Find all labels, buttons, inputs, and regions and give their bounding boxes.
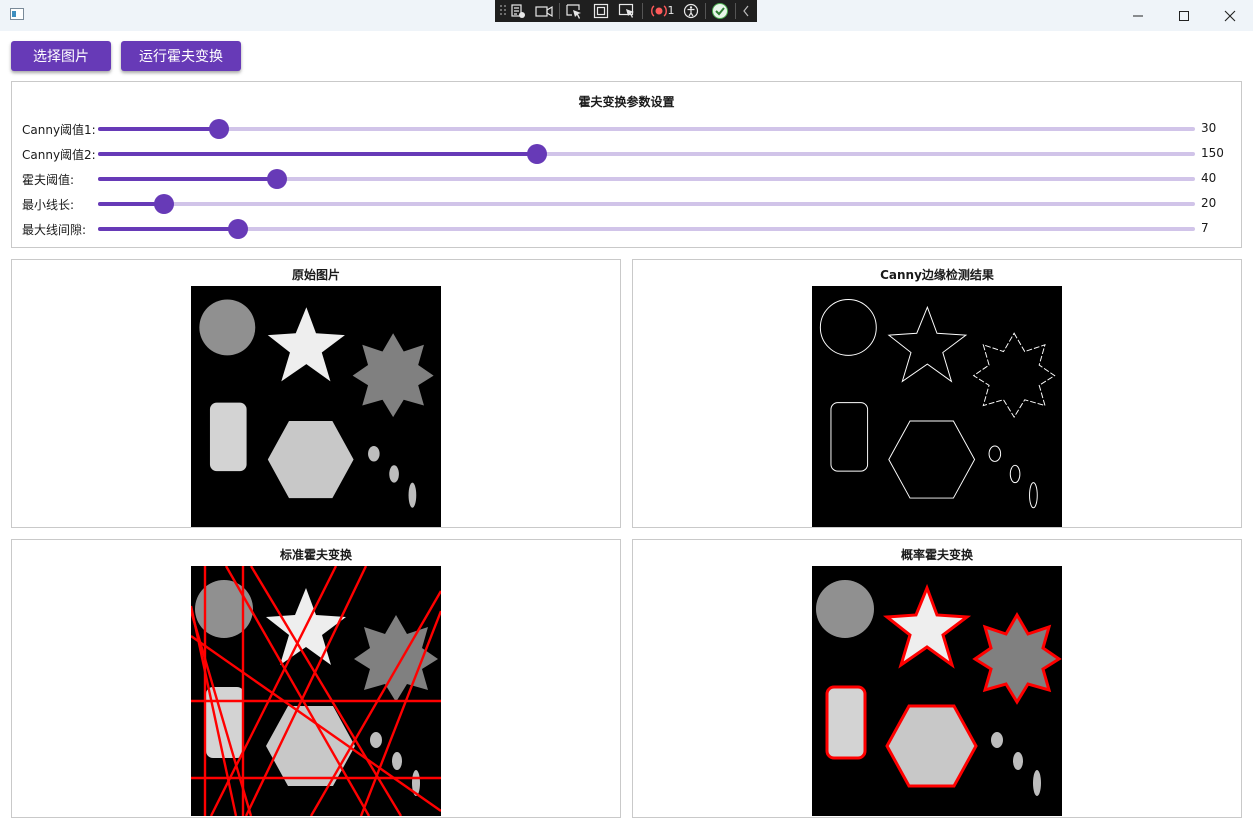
canny-edges-panel: Canny边缘检测结果	[632, 259, 1242, 528]
window-app-icon	[10, 8, 24, 20]
close-icon	[1224, 10, 1236, 21]
drag-grip-icon[interactable]	[499, 3, 507, 19]
max-line-gap-value: 7	[1201, 221, 1209, 235]
canny-edges-title: Canny边缘检测结果	[880, 268, 994, 282]
xaml-debug-toolbar: 1	[495, 0, 757, 22]
original-image	[191, 286, 441, 527]
maximize-icon	[1179, 10, 1189, 21]
standard-hough-panel: 标准霍夫变换	[11, 539, 621, 818]
binding-errors-icon[interactable]	[649, 3, 669, 19]
hough-threshold-label: 霍夫阈值:	[22, 173, 75, 187]
slider-thumb[interactable]	[266, 169, 287, 189]
select-element-icon[interactable]	[565, 3, 583, 19]
standard-hough-title: 标准霍夫变换	[279, 548, 352, 562]
live-visual-tree-icon[interactable]	[510, 3, 526, 19]
canny-edges-image	[812, 286, 1062, 527]
params-panel: 霍夫变换参数设置 Canny阈值1: 30 Canny阈值2: 150 霍夫阈值…	[11, 81, 1242, 248]
original-image-title: 原始图片	[291, 268, 340, 282]
title-bar: 1	[0, 0, 1253, 31]
minimize-button[interactable]	[1115, 0, 1161, 31]
canny-threshold1-slider[interactable]	[98, 119, 1195, 139]
probabilistic-hough-image	[812, 566, 1062, 816]
binding-error-count: 1	[667, 4, 675, 17]
slider-thumb[interactable]	[153, 194, 174, 214]
canny-threshold2-label: Canny阈值2:	[22, 148, 96, 162]
checkmark-icon[interactable]	[711, 3, 729, 19]
slider-thumb[interactable]	[526, 144, 547, 164]
canny-threshold1-label: Canny阈值1:	[22, 123, 96, 137]
canny-threshold1-value: 30	[1201, 121, 1217, 135]
min-line-length-value: 20	[1201, 196, 1217, 210]
canny-threshold2-value: 150	[1201, 146, 1224, 160]
probabilistic-hough-title: 概率霍夫变换	[900, 548, 973, 562]
maximize-button[interactable]	[1161, 0, 1207, 31]
probabilistic-hough-panel: 概率霍夫变换	[632, 539, 1242, 818]
max-line-gap-label: 最大线间隙:	[22, 223, 87, 237]
slider-thumb[interactable]	[208, 119, 229, 139]
video-icon[interactable]	[535, 3, 553, 19]
canny-threshold2-slider[interactable]	[98, 144, 1195, 164]
hough-threshold-value: 40	[1201, 171, 1217, 185]
select-image-button[interactable]: 选择图片	[11, 41, 111, 71]
display-layout-adorners-icon[interactable]	[593, 3, 609, 19]
collapse-chevron-icon[interactable]	[741, 3, 751, 19]
original-image-panel: 原始图片	[11, 259, 621, 528]
standard-hough-image	[191, 566, 441, 816]
hough-threshold-slider[interactable]	[98, 169, 1195, 189]
min-line-length-slider[interactable]	[98, 194, 1195, 214]
accessibility-icon[interactable]	[683, 3, 699, 19]
minimize-icon	[1133, 15, 1143, 16]
slider-thumb[interactable]	[228, 219, 249, 239]
max-line-gap-slider[interactable]	[98, 219, 1195, 239]
min-line-length-label: 最小线长:	[22, 198, 75, 212]
close-button[interactable]	[1207, 0, 1253, 31]
run-hough-button[interactable]: 运行霍夫变换	[121, 41, 241, 71]
track-focus-icon[interactable]	[618, 3, 636, 19]
params-panel-title: 霍夫变换参数设置	[578, 95, 675, 109]
